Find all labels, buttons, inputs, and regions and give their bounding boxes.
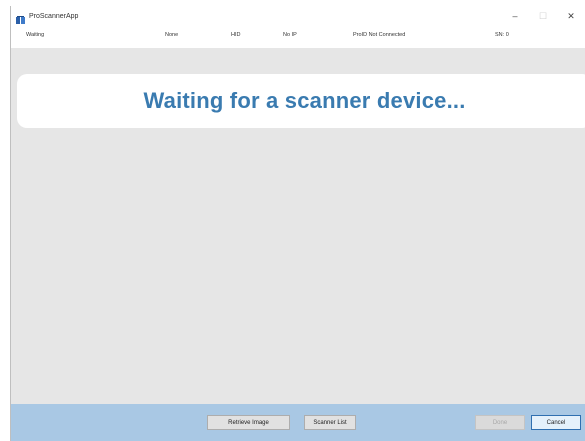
app-icon [16, 12, 25, 24]
app-window: ProScannerApp – ☐ ✕ Waiting None HID No … [10, 6, 585, 441]
window-title: ProScannerApp [29, 12, 79, 20]
maximize-button[interactable]: ☐ [529, 6, 557, 26]
bottom-button-bar: Retrieve Image Scanner List Done Cancel [11, 404, 585, 441]
close-button[interactable]: ✕ [557, 6, 585, 26]
scanner-list-button[interactable]: Scanner List [304, 415, 356, 430]
waiting-banner: Waiting for a scanner device... [17, 74, 585, 128]
title-bar[interactable]: ProScannerApp – ☐ ✕ [11, 6, 585, 26]
minimize-button[interactable]: – [501, 6, 529, 26]
status-connection: ProID Not Connected [353, 32, 406, 38]
banner-message: Waiting for a scanner device... [143, 88, 466, 113]
done-button[interactable]: Done [475, 415, 525, 430]
retrieve-image-button[interactable]: Retrieve Image [207, 415, 290, 430]
status-bar: Waiting None HID No IP ProID Not Connect… [11, 26, 585, 48]
status-sn: SN: 0 [495, 32, 509, 38]
status-state: Waiting [26, 32, 45, 38]
window-controls: – ☐ ✕ [501, 6, 585, 26]
cancel-button[interactable]: Cancel [531, 415, 581, 430]
status-id: HID [231, 32, 241, 38]
status-name: None [165, 32, 179, 38]
status-ip: No IP [283, 32, 297, 38]
